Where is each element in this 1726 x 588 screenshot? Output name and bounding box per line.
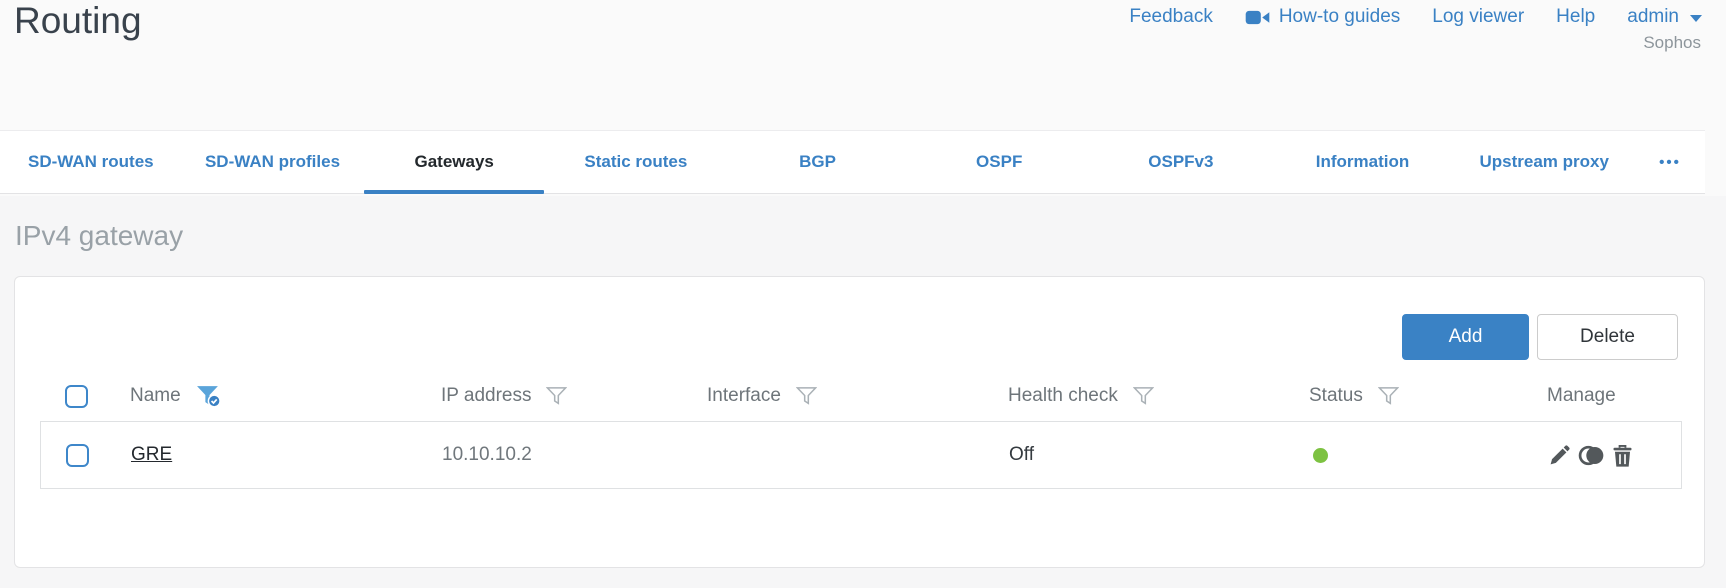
howto-guides-link[interactable]: How-to guides bbox=[1245, 6, 1400, 28]
tab-label: Gateways bbox=[414, 152, 494, 171]
ellipsis-icon: ••• bbox=[1659, 153, 1681, 171]
header-links: Feedback How-to guides Log viewer Help a… bbox=[1129, 6, 1702, 28]
tab-sdwan-profiles[interactable]: SD-WAN profiles bbox=[182, 131, 364, 193]
tab-gateways[interactable]: Gateways bbox=[363, 131, 545, 194]
feedback-label: Feedback bbox=[1129, 6, 1213, 27]
page-title: Routing bbox=[14, 0, 142, 41]
tab-label: Upstream proxy bbox=[1479, 152, 1609, 171]
panel-toolbar: Add Delete bbox=[1402, 314, 1678, 360]
manage-cell bbox=[1548, 444, 1681, 467]
delete-trash-icon[interactable] bbox=[1612, 444, 1633, 467]
column-label: Manage bbox=[1547, 385, 1616, 406]
howto-guides-label: How-to guides bbox=[1278, 6, 1401, 27]
filter-icon[interactable] bbox=[1377, 386, 1399, 406]
top-header: Routing Feedback How-to guides Log viewe… bbox=[0, 0, 1726, 130]
header-checkbox-cell bbox=[40, 384, 130, 408]
column-label: Name bbox=[130, 385, 181, 406]
help-link[interactable]: Help bbox=[1556, 6, 1595, 28]
edit-pencil-icon[interactable] bbox=[1548, 444, 1571, 467]
filter-active-icon[interactable] bbox=[196, 385, 221, 408]
column-label: IP address bbox=[441, 385, 532, 406]
chevron-down-icon bbox=[1690, 15, 1702, 22]
column-header-status: Status bbox=[1309, 385, 1547, 407]
filter-icon[interactable] bbox=[1132, 386, 1154, 406]
health-check-cell: Off bbox=[1009, 444, 1034, 465]
admin-label: admin bbox=[1627, 6, 1679, 27]
select-all-checkbox[interactable] bbox=[65, 384, 88, 408]
tab-bar: SD-WAN routes SD-WAN profiles Gateways S… bbox=[0, 130, 1705, 194]
ipv4-gateway-panel: Add Delete Name IP address Interface Hea… bbox=[14, 276, 1705, 568]
section-title: IPv4 gateway bbox=[15, 220, 184, 251]
column-header-health-check: Health check bbox=[1008, 385, 1309, 407]
tab-ospf[interactable]: OSPF bbox=[908, 131, 1090, 193]
column-header-interface: Interface bbox=[707, 385, 1008, 407]
status-up-indicator bbox=[1313, 447, 1328, 463]
filter-icon[interactable] bbox=[546, 386, 568, 406]
column-header-ip: IP address bbox=[441, 385, 707, 407]
tab-static-routes[interactable]: Static routes bbox=[545, 131, 727, 193]
column-header-manage: Manage bbox=[1547, 385, 1682, 407]
filter-icon[interactable] bbox=[795, 386, 817, 406]
log-viewer-label: Log viewer bbox=[1432, 6, 1525, 27]
admin-menu[interactable]: admin bbox=[1627, 6, 1702, 28]
table-header-row: Name IP address Interface Health check S… bbox=[40, 371, 1682, 421]
column-label: Status bbox=[1309, 385, 1363, 406]
row-checkbox[interactable] bbox=[66, 443, 89, 467]
content-area: IPv4 gateway Add Delete Name IP address … bbox=[0, 196, 1726, 588]
tab-information[interactable]: Information bbox=[1272, 131, 1454, 193]
active-tab-underline bbox=[364, 190, 545, 194]
video-camera-icon bbox=[1245, 9, 1270, 26]
table-row: GRE 10.10.10.2 Off bbox=[40, 421, 1682, 489]
ip-address-cell: 10.10.10.2 bbox=[442, 444, 532, 465]
tab-label: Static routes bbox=[584, 152, 688, 171]
delete-button[interactable]: Delete bbox=[1537, 314, 1678, 360]
tab-label: SD-WAN routes bbox=[28, 152, 154, 171]
help-label: Help bbox=[1556, 6, 1596, 27]
tab-upstream-proxy[interactable]: Upstream proxy bbox=[1453, 131, 1635, 193]
tab-label: OSPFv3 bbox=[1148, 152, 1214, 171]
column-header-name: Name bbox=[130, 385, 441, 408]
row-checkbox-cell bbox=[41, 443, 131, 467]
feedback-link[interactable]: Feedback bbox=[1129, 6, 1212, 28]
clone-icon[interactable] bbox=[1578, 444, 1605, 467]
tab-label: SD-WAN profiles bbox=[204, 152, 341, 171]
tab-label: OSPF bbox=[976, 152, 1023, 171]
tab-sdwan-routes[interactable]: SD-WAN routes bbox=[0, 131, 182, 193]
log-viewer-link[interactable]: Log viewer bbox=[1432, 6, 1524, 28]
more-tabs-button[interactable]: ••• bbox=[1635, 131, 1705, 193]
tab-ospfv3[interactable]: OSPFv3 bbox=[1090, 131, 1272, 193]
tab-bgp[interactable]: BGP bbox=[727, 131, 909, 193]
gateway-name-cell: GRE bbox=[131, 444, 442, 466]
status-cell bbox=[1310, 447, 1548, 463]
gateway-table: Name IP address Interface Health check S… bbox=[40, 371, 1682, 489]
vendor-label: Sophos bbox=[1643, 33, 1701, 52]
column-label: Health check bbox=[1008, 385, 1118, 406]
gateway-name-link[interactable]: GRE bbox=[131, 444, 172, 466]
column-label: Interface bbox=[707, 385, 781, 406]
tab-label: BGP bbox=[799, 152, 836, 171]
tab-label: Information bbox=[1315, 152, 1410, 171]
add-button[interactable]: Add bbox=[1402, 314, 1529, 360]
